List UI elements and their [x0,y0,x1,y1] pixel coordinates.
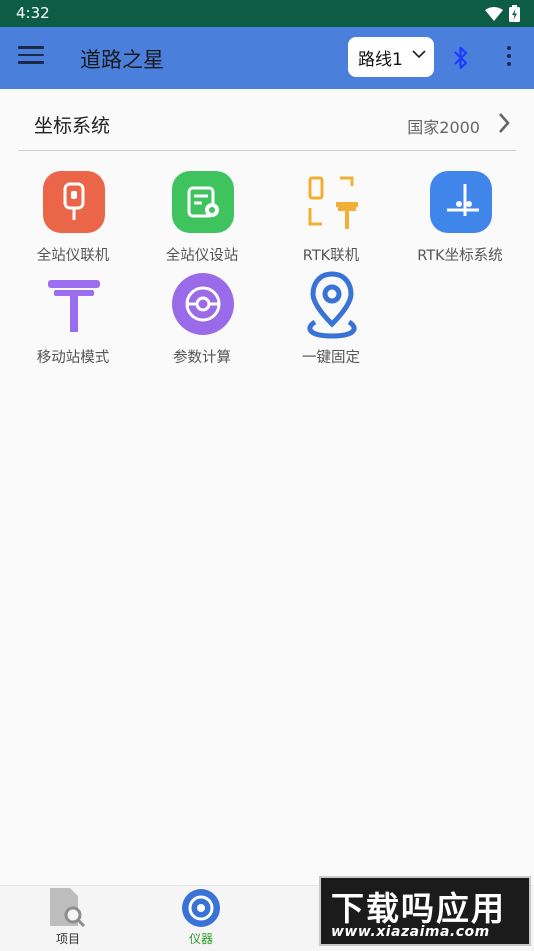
battery-charging-icon [509,5,520,22]
app-title: 道路之星 [80,48,164,72]
rtk-connect-icon [301,171,363,233]
tile-label: 全站仪设站 [165,248,239,264]
nav-item-instrument[interactable]: 仪器 [151,886,251,951]
menu-icon[interactable] [18,46,44,70]
route-select[interactable]: 路线1 [348,37,434,77]
watermark-line2: www.xiazaima.com [331,924,490,940]
tile-label: 参数计算 [173,350,231,366]
status-time: 4:32 [16,4,50,22]
route-select-value: 路线1 [358,49,403,70]
coordinate-system-value: 国家2000 [407,118,480,137]
watermark-logo: 下载吗应用 www.xiazaima.com [319,876,531,946]
tile-one-key-fix[interactable]: 一键固定 [266,267,396,367]
tile-rtk-coordinate[interactable]: RTK坐标系统 [395,165,525,265]
tile-parameter-calc[interactable]: 参数计算 [137,267,267,367]
rover-mode-icon [43,273,105,335]
tile-label: 移动站模式 [36,350,110,366]
more-options-icon[interactable] [500,46,518,70]
chevron-down-icon [412,50,426,59]
chevron-right-icon [499,113,510,133]
total-station-setup-icon [172,171,234,233]
parameter-calc-icon [172,273,234,335]
wifi-icon [485,6,503,21]
tile-total-station-link[interactable]: 全站仪联机 [8,165,138,265]
tile-label: RTK联机 [302,248,360,264]
project-icon [50,888,86,928]
rtk-coordinate-icon [430,171,492,233]
status-bar: 4:32 [0,0,534,27]
tile-rtk-connect[interactable]: RTK联机 [266,165,396,265]
nav-label-instrument: 仪器 [188,932,213,946]
status-icons [485,5,520,22]
tile-label: 一键固定 [302,350,360,366]
tile-rover-mode[interactable]: 移动站模式 [8,267,138,367]
app-bar: 道路之星 路线1 [0,27,534,89]
coordinate-system-title: 坐标系统 [34,115,111,137]
tile-total-station-setup[interactable]: 全站仪设站 [137,165,267,265]
tile-label: RTK坐标系统 [417,248,503,264]
nav-item-project[interactable]: 项目 [18,886,118,951]
instrument-icon [182,889,220,927]
location-pin-icon [301,271,363,339]
bluetooth-icon[interactable] [452,45,470,71]
nav-label-project: 项目 [55,932,80,946]
tile-label: 全站仪联机 [36,248,110,264]
total-station-link-icon [43,171,105,233]
watermark-line1: 下载吗应用 [331,889,506,928]
coordinate-system-row[interactable]: 坐标系统 国家2000 [18,90,516,151]
